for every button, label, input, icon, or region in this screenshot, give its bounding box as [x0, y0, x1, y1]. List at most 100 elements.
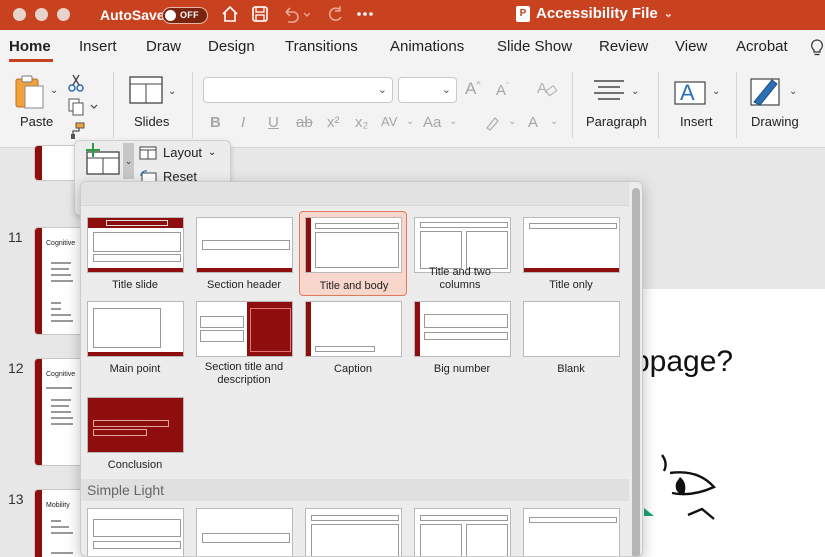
layout-caption-slide[interactable]: Caption	[301, 297, 403, 387]
theme-bar	[35, 490, 42, 557]
superscript-button[interactable]: x²	[327, 114, 340, 131]
chevron-down-icon[interactable]: ⌄	[168, 86, 176, 97]
layout-title-only[interactable]: Title only	[519, 213, 621, 293]
slide-thumbnail-title: Cognitive	[46, 371, 76, 378]
format-painter-icon[interactable]	[68, 122, 86, 140]
chevron-down-icon[interactable]: ⌄	[550, 116, 558, 127]
text-line	[51, 280, 73, 282]
placeholder	[93, 541, 181, 549]
font-color-button[interactable]: A	[528, 114, 538, 131]
slide-title-text[interactable]: bpage?	[633, 345, 733, 379]
grow-font-icon[interactable]: A^	[465, 79, 481, 99]
text-line	[51, 314, 71, 316]
layout-simple-light-title-body[interactable]	[301, 504, 403, 556]
highlight-icon[interactable]	[484, 115, 500, 131]
layout-title-slide[interactable]: Title slide	[83, 213, 185, 293]
placeholder	[200, 316, 244, 328]
chevron-down-icon[interactable]: ⌄	[789, 86, 797, 97]
insert-textbox-icon[interactable]: A	[674, 74, 710, 106]
scrollbar-thumb[interactable]	[632, 188, 640, 556]
more-icon[interactable]	[355, 4, 375, 24]
close-window-button[interactable]	[13, 8, 26, 21]
text-line	[51, 320, 73, 322]
paragraph-icon[interactable]	[592, 79, 626, 101]
font-name-combo[interactable]: ⌄	[203, 77, 393, 103]
tab-draw[interactable]: Draw	[146, 38, 181, 55]
layout-title-and-body[interactable]: Title and body	[299, 211, 407, 296]
underline-button[interactable]: U	[268, 114, 279, 131]
new-slide-button[interactable]	[79, 141, 123, 181]
strikethrough-button[interactable]: ab	[296, 114, 313, 131]
autosave-state: OFF	[180, 10, 199, 20]
zoom-window-button[interactable]	[57, 8, 70, 21]
tab-review[interactable]: Review	[599, 38, 648, 55]
autosave-toggle[interactable]: OFF	[162, 7, 208, 24]
shrink-font-icon[interactable]: Aˇ	[496, 81, 509, 99]
subscript-button[interactable]: x₂	[355, 114, 368, 131]
gallery-scrollbar[interactable]	[629, 182, 642, 556]
home-icon[interactable]	[220, 4, 240, 24]
layout-big-number[interactable]: Big number	[410, 297, 512, 387]
layout-conclusion[interactable]: Conclusion	[83, 393, 185, 473]
layout-title-and-two-columns[interactable]: Title and two columns	[410, 213, 512, 293]
placeholder	[202, 240, 290, 250]
layout-blank[interactable]: Blank	[519, 297, 621, 387]
layout-section-header[interactable]: Section header	[192, 213, 294, 293]
tab-acrobat[interactable]: Acrobat	[736, 38, 788, 55]
slides-label[interactable]: Slides	[134, 114, 169, 129]
paste-label[interactable]: Paste	[20, 114, 53, 129]
scissors-icon[interactable]	[68, 74, 84, 92]
document-title[interactable]: P Accessibility File ⌄	[516, 5, 673, 22]
chevron-down-icon[interactable]: ⌄	[449, 116, 457, 127]
layout-thumbnail	[87, 301, 184, 357]
tab-design[interactable]: Design	[208, 38, 255, 55]
placeholder	[202, 533, 290, 543]
tab-transitions[interactable]: Transitions	[285, 38, 358, 55]
theme-bar	[35, 146, 42, 180]
lightbulb-icon[interactable]	[810, 39, 824, 57]
chevron-down-icon[interactable]: ⌄	[123, 143, 134, 179]
save-icon[interactable]	[250, 4, 270, 24]
layout-main-point[interactable]: Main point	[83, 297, 185, 387]
layout-section-title-and-description[interactable]: Section title and description	[192, 297, 294, 387]
ribbon: ⌄ Paste ⌄ Slides ⌄ ⌄ A^ Aˇ A B I U ab x²…	[0, 64, 825, 148]
redo-icon[interactable]	[325, 4, 345, 24]
layout-simple-light-two-columns[interactable]	[410, 504, 512, 556]
font-size-combo[interactable]: ⌄	[398, 77, 457, 103]
layout-simple-light-title-only[interactable]	[519, 504, 621, 556]
layout-thumbnail	[87, 508, 184, 556]
italic-button[interactable]: I	[241, 114, 245, 131]
undo-icon[interactable]	[280, 4, 310, 24]
layout-thumbnail	[196, 217, 293, 273]
layout-simple-light-title[interactable]	[83, 504, 185, 556]
drawing-icon[interactable]	[750, 74, 786, 108]
chevron-down-icon[interactable]: ⌄	[508, 116, 516, 127]
character-spacing-button[interactable]: AV	[381, 114, 397, 129]
paragraph-label[interactable]: Paragraph	[586, 114, 647, 129]
minimize-window-button[interactable]	[35, 8, 48, 21]
chevron-down-icon[interactable]: ⌄	[712, 86, 720, 97]
tab-home[interactable]: Home	[9, 38, 51, 55]
change-case-button[interactable]: Aa	[423, 114, 441, 131]
placeholder	[93, 420, 169, 427]
drawing-label[interactable]: Drawing	[751, 114, 799, 129]
chevron-down-icon[interactable]: ⌄	[406, 116, 414, 127]
insert-label[interactable]: Insert	[680, 114, 713, 129]
slide-layout-icon[interactable]	[129, 76, 163, 104]
layout-thumbnail	[523, 217, 620, 273]
bold-button[interactable]: B	[210, 114, 221, 131]
copy-icon[interactable]	[68, 98, 98, 116]
layout-simple-light-section[interactable]	[192, 504, 294, 556]
chevron-down-icon[interactable]: ⌄	[50, 85, 58, 96]
layout-menu-item[interactable]: Layout ⌄	[139, 145, 216, 160]
tab-slide-show[interactable]: Slide Show	[497, 38, 572, 55]
tab-view[interactable]: View	[675, 38, 707, 55]
theme-bar	[415, 302, 420, 356]
tab-insert[interactable]: Insert	[79, 38, 117, 55]
chevron-down-icon[interactable]: ⌄	[631, 86, 639, 97]
tab-animations[interactable]: Animations	[390, 38, 464, 55]
clear-formatting-icon[interactable]: A	[536, 78, 558, 98]
ribbon-separator	[192, 72, 193, 138]
clipboard-icon[interactable]	[14, 74, 48, 110]
chevron-down-icon: ⌄	[663, 8, 673, 20]
